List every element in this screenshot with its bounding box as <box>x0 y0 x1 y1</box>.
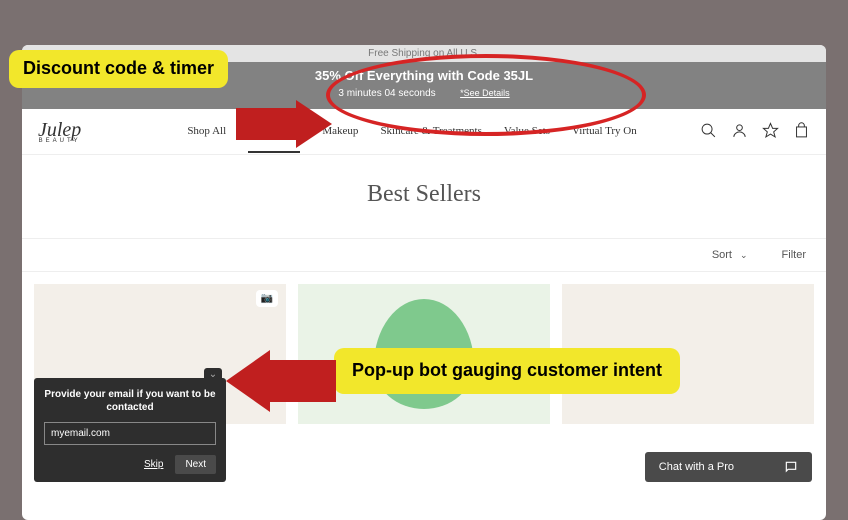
chat-icon <box>784 460 798 474</box>
list-controls: Sort ⌄ Filter <box>22 238 826 272</box>
filter-button[interactable]: Filter <box>782 249 806 261</box>
brand-logo[interactable]: Julep BEAUTY <box>22 120 97 144</box>
annotation-arrow <box>236 100 336 148</box>
email-popup: ⌄ Provide your email if you want to be c… <box>34 378 226 482</box>
annotation-arrow <box>226 350 336 412</box>
chat-label: Chat with a Pro <box>659 461 734 473</box>
next-button[interactable]: Next <box>175 455 216 474</box>
sort-button[interactable]: Sort ⌄ <box>712 249 748 261</box>
popup-prompt: Provide your email if you want to be con… <box>44 388 216 414</box>
account-icon[interactable] <box>731 122 748 142</box>
nav-icons <box>700 122 810 142</box>
annotation-oval <box>326 54 646 136</box>
wishlist-icon[interactable] <box>762 122 779 142</box>
chevron-down-icon: ⌄ <box>740 250 748 261</box>
camera-icon: 📷 <box>256 290 278 307</box>
skip-button[interactable]: Skip <box>136 455 171 474</box>
popup-actions: Skip Next <box>44 455 216 474</box>
search-icon[interactable] <box>700 122 717 142</box>
logo-subtext: BEAUTY <box>38 138 81 144</box>
popup-close-icon[interactable]: ⌄ <box>204 368 222 382</box>
sort-label: Sort <box>712 249 732 261</box>
cart-icon[interactable] <box>793 122 810 142</box>
page-title: Best Sellers <box>22 155 826 238</box>
annotation-callout: Discount code & timer <box>9 50 228 88</box>
annotation-callout: Pop-up bot gauging customer intent <box>334 348 680 394</box>
email-input[interactable] <box>44 422 216 445</box>
chat-launcher[interactable]: Chat with a Pro <box>645 452 812 482</box>
nav-shop-all[interactable]: Shop All <box>187 111 226 153</box>
